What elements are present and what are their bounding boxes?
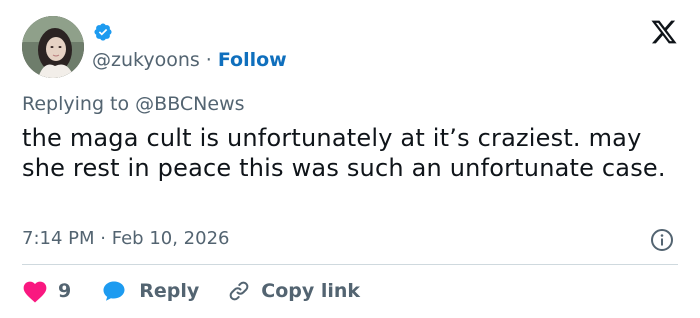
tweet-date: Feb 10, 2026	[111, 228, 230, 249]
divider	[22, 264, 678, 265]
copy-link-button[interactable]: Copy link	[227, 279, 360, 303]
avatar[interactable]	[22, 16, 84, 78]
copy-link-label: Copy link	[261, 280, 361, 302]
follow-button[interactable]: Follow	[218, 49, 287, 71]
author-row: @zukyoons · Follow	[92, 48, 287, 72]
x-logo-icon[interactable]	[650, 18, 678, 46]
author-handle[interactable]: @zukyoons	[92, 49, 200, 71]
reply-mention-link[interactable]: @BBCNews	[135, 93, 244, 115]
reply-context: Replying to @BBCNews	[22, 93, 245, 115]
reply-context-prefix: Replying to	[22, 93, 130, 115]
like-count: 9	[58, 280, 72, 302]
avatar-photo	[22, 16, 84, 78]
reply-label: Reply	[139, 280, 200, 302]
timestamp-separator: ·	[100, 228, 106, 249]
info-icon[interactable]	[650, 228, 674, 252]
verified-badge-icon	[94, 23, 112, 41]
reply-bubble-icon	[103, 281, 125, 301]
link-icon	[229, 281, 249, 301]
reply-button[interactable]: Reply	[101, 279, 199, 303]
handle-separator: ·	[205, 49, 212, 71]
heart-icon	[23, 281, 47, 303]
like-button[interactable]: 9	[22, 279, 71, 303]
tweet-time: 7:14 PM	[22, 228, 95, 249]
action-bar: 9 Reply Copy link	[22, 278, 360, 304]
tweet-timestamp[interactable]: 7:14 PM · Feb 10, 2026	[22, 228, 229, 249]
tweet-text: the maga cult is unfortunately at it’s c…	[22, 124, 666, 182]
